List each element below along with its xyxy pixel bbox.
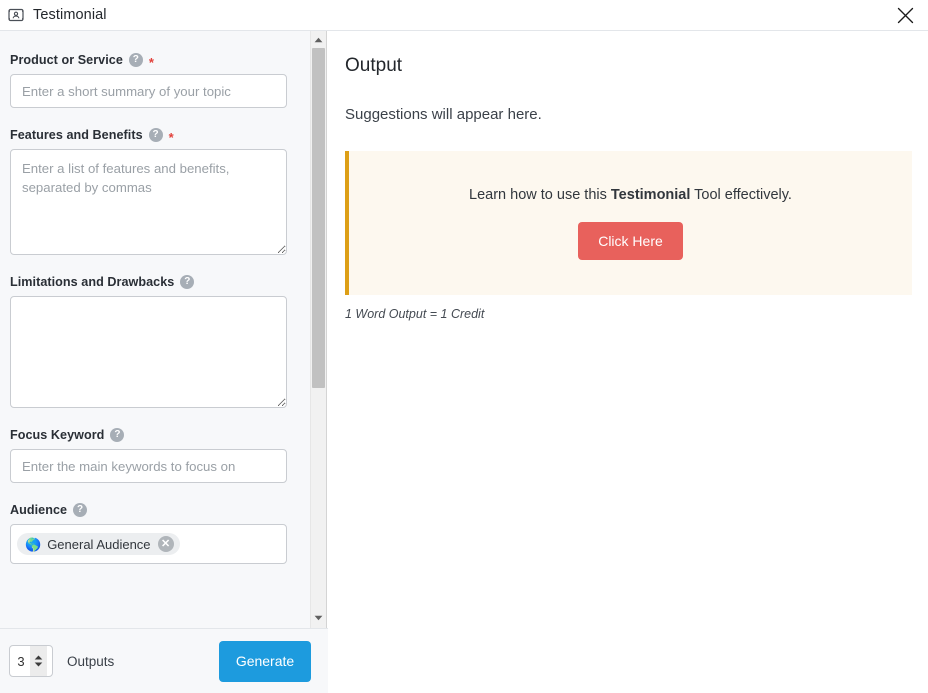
scroll-up-icon[interactable] bbox=[311, 32, 326, 48]
tool-help-notice: Learn how to use this Testimonial Tool e… bbox=[345, 151, 912, 295]
form-scroll-area: Product or Service ? * Features and Bene… bbox=[0, 31, 310, 628]
output-title: Output bbox=[345, 55, 912, 77]
scrollbar-thumb[interactable] bbox=[312, 48, 325, 388]
field-label-features-and-benefits: Features and Benefits ? * bbox=[10, 128, 298, 142]
credit-note: 1 Word Output = 1 Credit bbox=[345, 307, 912, 321]
label-text: Product or Service bbox=[10, 53, 123, 67]
audience-tag-label: General Audience bbox=[47, 537, 150, 552]
field-product-or-service: Product or Service ? * bbox=[10, 53, 298, 108]
product-or-service-input[interactable] bbox=[10, 74, 287, 108]
help-icon[interactable]: ? bbox=[129, 53, 143, 67]
field-features-and-benefits: Features and Benefits ? * bbox=[10, 128, 298, 255]
help-icon[interactable]: ? bbox=[149, 128, 163, 142]
form-footer: 3 Outputs Generate bbox=[0, 628, 328, 693]
audience-tag: 🌎 General Audience ✕ bbox=[17, 533, 180, 555]
label-text: Audience bbox=[10, 503, 67, 517]
output-subtitle: Suggestions will appear here. bbox=[345, 106, 912, 123]
label-text: Features and Benefits bbox=[10, 128, 143, 142]
remove-tag-icon[interactable]: ✕ bbox=[158, 536, 174, 552]
globe-icon: 🌎 bbox=[25, 538, 41, 551]
click-here-button[interactable]: Click Here bbox=[578, 222, 683, 260]
label-text: Limitations and Drawbacks bbox=[10, 275, 174, 289]
stepper-arrows-icon[interactable] bbox=[30, 646, 47, 676]
field-focus-keyword: Focus Keyword ? bbox=[10, 428, 298, 483]
window-title: Testimonial bbox=[33, 7, 107, 23]
focus-keyword-input[interactable] bbox=[10, 449, 287, 483]
field-label-limitations-and-drawbacks: Limitations and Drawbacks ? bbox=[10, 275, 298, 289]
form-panel: Product or Service ? * Features and Bene… bbox=[0, 31, 310, 628]
notice-text: Learn how to use this Testimonial Tool e… bbox=[469, 187, 792, 203]
required-asterisk: * bbox=[149, 56, 154, 69]
features-and-benefits-textarea[interactable] bbox=[10, 149, 287, 255]
field-limitations-and-drawbacks: Limitations and Drawbacks ? bbox=[10, 275, 298, 408]
audience-tag-input[interactable]: 🌎 General Audience ✕ bbox=[10, 524, 287, 564]
notice-prefix: Learn how to use this bbox=[469, 187, 611, 203]
field-label-product-or-service: Product or Service ? * bbox=[10, 53, 298, 67]
field-label-focus-keyword: Focus Keyword ? bbox=[10, 428, 298, 442]
field-audience: Audience ? 🌎 General Audience ✕ bbox=[10, 503, 298, 564]
form-scrollbar[interactable] bbox=[310, 31, 327, 628]
output-panel: Output Suggestions will appear here. Lea… bbox=[328, 31, 928, 693]
field-label-audience: Audience ? bbox=[10, 503, 298, 517]
help-icon[interactable]: ? bbox=[73, 503, 87, 517]
required-asterisk: * bbox=[169, 131, 174, 144]
limitations-and-drawbacks-textarea[interactable] bbox=[10, 296, 287, 408]
help-icon[interactable]: ? bbox=[110, 428, 124, 442]
outputs-stepper[interactable]: 3 bbox=[9, 645, 53, 677]
outputs-label: Outputs bbox=[67, 654, 114, 669]
notice-suffix: Tool effectively. bbox=[690, 187, 792, 203]
scroll-down-icon[interactable] bbox=[311, 610, 326, 626]
help-icon[interactable]: ? bbox=[180, 275, 194, 289]
outputs-value[interactable]: 3 bbox=[10, 654, 30, 669]
testimonial-card-icon bbox=[7, 7, 24, 24]
generate-button[interactable]: Generate bbox=[219, 641, 311, 682]
window-titlebar: Testimonial bbox=[0, 0, 928, 31]
close-icon[interactable] bbox=[882, 0, 928, 31]
notice-tool-name: Testimonial bbox=[611, 187, 691, 203]
label-text: Focus Keyword bbox=[10, 428, 104, 442]
